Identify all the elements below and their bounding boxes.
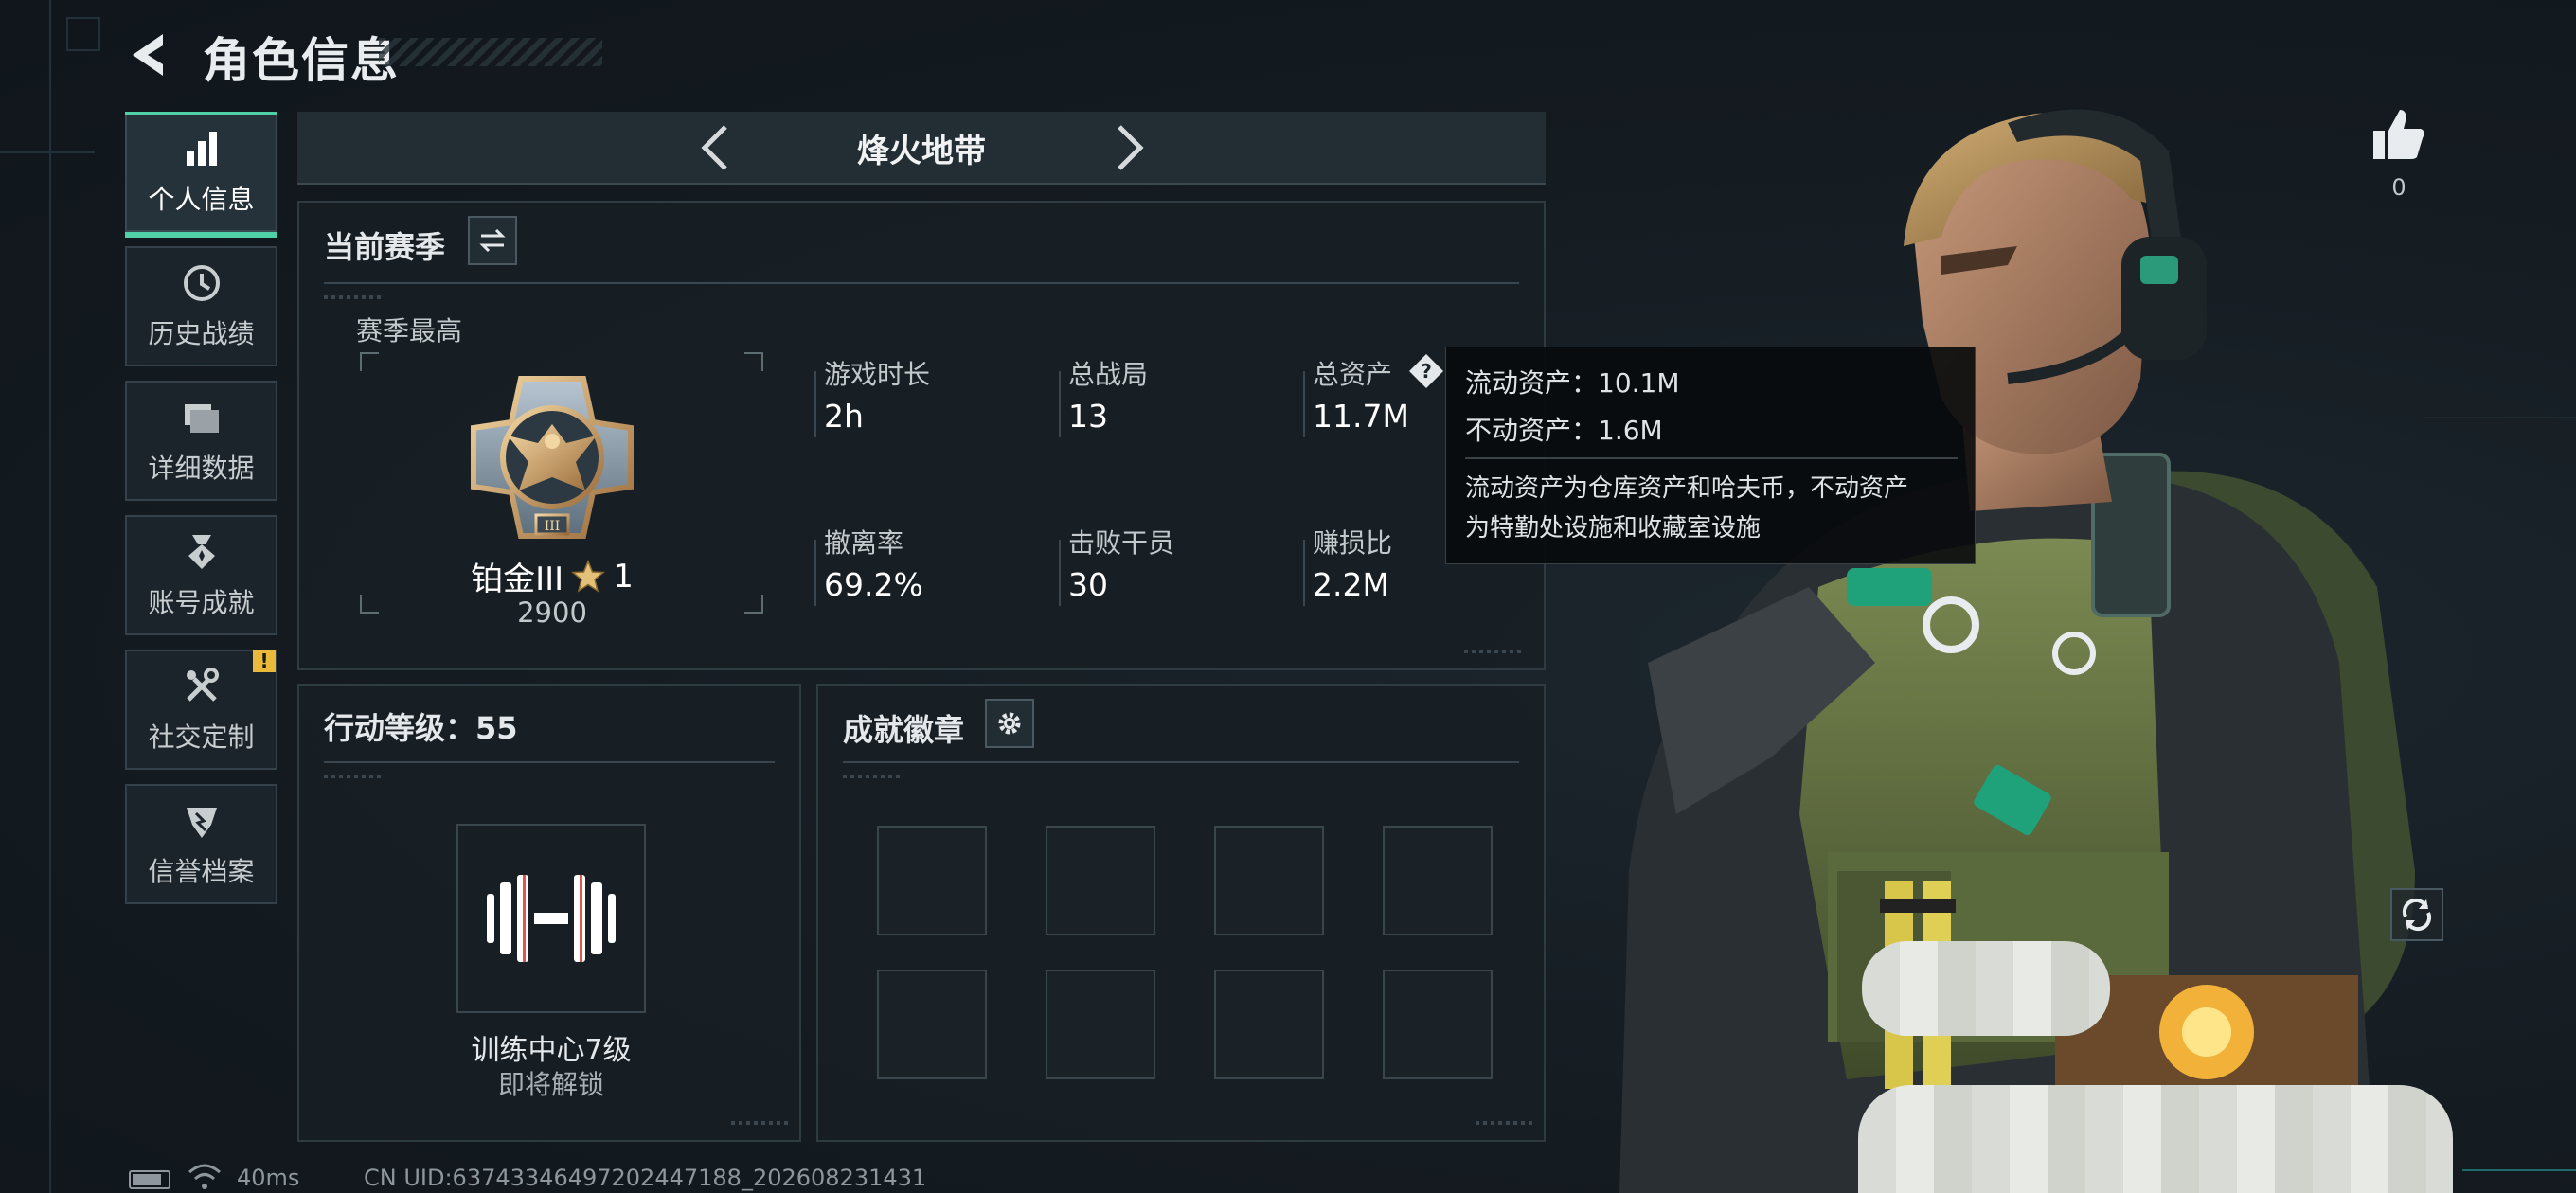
- svg-text:III: III: [545, 519, 561, 534]
- page-title: 角色信息: [203, 33, 400, 88]
- badge-slot[interactable]: [1046, 970, 1155, 1079]
- badge-slot[interactable]: [1383, 970, 1493, 1079]
- stat-label: 赚损比: [1313, 527, 1393, 559]
- mode-title: 烽火地带: [857, 133, 986, 170]
- like-button[interactable]: [2368, 104, 2430, 167]
- folder-icon: [184, 403, 219, 433]
- badge-slot[interactable]: [1214, 970, 1324, 1079]
- nav-label: 历史战绩: [148, 317, 255, 349]
- badges-panel: 成就徽章: [816, 684, 1546, 1142]
- back-button[interactable]: [123, 27, 180, 83]
- tooltip-description-line1: 流动资产为仓库资产和哈夫币，不动资产: [1465, 474, 1909, 503]
- title-decoration: [379, 38, 602, 66]
- unlock-status: 即将解锁: [497, 1069, 604, 1100]
- rank-stars: 1: [613, 557, 634, 596]
- help-icon: ?: [1409, 354, 1443, 388]
- stat-label: 总资产: [1313, 359, 1393, 390]
- medal-icon: [188, 534, 215, 569]
- stat-label: 游戏时长: [824, 359, 931, 390]
- stat-label: 总战局: [1068, 359, 1149, 390]
- nav-item-detailed-data[interactable]: 详细数据: [125, 381, 277, 501]
- nav-item-personal-info[interactable]: 个人信息: [125, 112, 277, 238]
- like-count: 0: [2391, 174, 2406, 201]
- stat-value: 2.2M: [1313, 566, 1389, 603]
- clock-icon: [183, 264, 220, 301]
- refresh-icon: [2402, 898, 2432, 932]
- nav-item-credit-record[interactable]: 信誉档案: [125, 784, 277, 904]
- badge-slot[interactable]: [1383, 826, 1493, 935]
- tools-icon: [186, 667, 219, 702]
- rank-info: 铂金III 1: [299, 553, 805, 599]
- bar-chart-icon: [186, 131, 217, 166]
- stat-value: 13: [1068, 398, 1108, 435]
- nav-label: 详细数据: [148, 452, 255, 484]
- stat-value: 2h: [824, 398, 864, 435]
- nav-label: 账号成就: [148, 586, 255, 618]
- swap-icon: [479, 228, 506, 253]
- unlock-name: 训练中心7级: [471, 1034, 632, 1067]
- badge-slot[interactable]: [1046, 826, 1155, 935]
- next-mode-button[interactable]: [1099, 119, 1155, 176]
- ping-text: 40ms: [237, 1165, 300, 1191]
- uid-text: CN UID:6374334649720244718​8_20260823143…: [364, 1165, 927, 1191]
- rotate-model-button[interactable]: [2390, 888, 2443, 941]
- nav-label: 社交定制: [148, 721, 255, 753]
- tooltip-description-line2: 为特勤处设施和收藏室设施: [1465, 514, 1762, 543]
- badge-slot[interactable]: [877, 970, 987, 1079]
- rank-emblem-icon: III: [471, 376, 634, 539]
- wifi-icon: [188, 1164, 221, 1189]
- chevron-right-icon: [1118, 125, 1144, 170]
- unlock-item-card[interactable]: [456, 824, 646, 1013]
- badge-settings-button[interactable]: [985, 699, 1034, 748]
- season-panel: 当前赛季 赛季最高 III 铂金III 1 2900 游戏时长 2h 总战局 1…: [297, 201, 1546, 670]
- svg-text:?: ?: [1421, 360, 1432, 383]
- asset-help-button[interactable]: ?: [1407, 352, 1445, 390]
- shield-icon: [186, 807, 217, 838]
- battery-icon: [129, 1170, 170, 1189]
- thumbs-up-icon: [2373, 110, 2424, 159]
- nav-label: 信誉档案: [148, 855, 255, 887]
- mode-selector: 烽火地带: [297, 112, 1546, 185]
- dumbbell-icon: [487, 875, 616, 962]
- nav-label: 个人信息: [148, 183, 255, 215]
- stat-value: 11.7M: [1313, 398, 1409, 435]
- badges-title: 成就徽章: [843, 712, 965, 748]
- tooltip-fixed-assets: 不动资产：1.6M: [1465, 415, 1663, 446]
- rank-score: 2900: [517, 596, 587, 629]
- season-best-label: 赛季最高: [356, 315, 463, 347]
- badge-slot[interactable]: [1214, 826, 1324, 935]
- star-icon: [571, 559, 606, 593]
- tooltip-liquid-assets: 流动资产：10.1M: [1465, 367, 1680, 399]
- stat-value: 69.2%: [824, 566, 923, 603]
- action-level-panel: 行动等级：55 训练中心7级 即将解锁: [297, 684, 801, 1142]
- stat-value: 30: [1068, 566, 1108, 603]
- asset-tooltip: 流动资产：10.1M 不动资产：1.6M 流动资产为仓库资产和哈夫币，不动资产 …: [1445, 347, 1976, 564]
- action-level-title: 行动等级：55: [324, 710, 518, 746]
- back-arrow-icon: [133, 34, 163, 76]
- badge-slot[interactable]: [877, 826, 987, 935]
- stat-label: 击败干员: [1068, 527, 1175, 559]
- alert-badge: !: [253, 650, 276, 672]
- stat-label: 撤离率: [824, 527, 904, 559]
- blurred-info-overlay: [1858, 1085, 2453, 1193]
- switch-season-button[interactable]: [468, 216, 517, 265]
- rank-name: 铂金III: [471, 561, 564, 598]
- blurred-name-overlay: [1862, 941, 2110, 1036]
- nav-item-match-history[interactable]: 历史战绩: [125, 246, 277, 366]
- nav-item-achievements[interactable]: 账号成就: [125, 515, 277, 635]
- gear-icon: [998, 712, 1021, 735]
- season-title: 当前赛季: [324, 229, 446, 265]
